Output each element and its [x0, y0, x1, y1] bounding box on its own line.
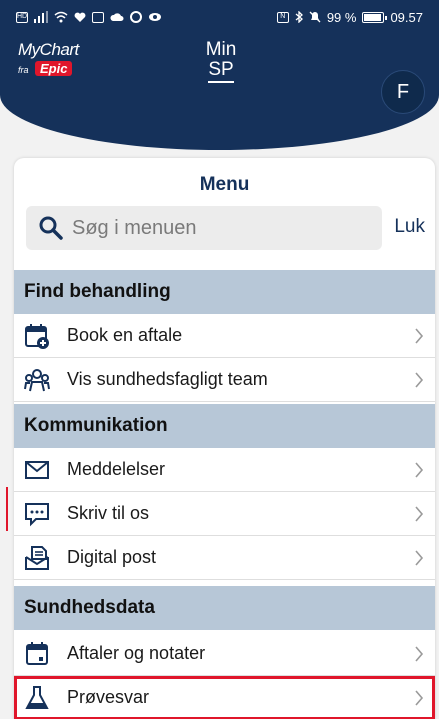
team-icon [24, 367, 50, 393]
menu-search-input[interactable] [72, 216, 362, 240]
menu-item-label: Skriv til os [67, 503, 150, 523]
chevron-right-icon [415, 646, 424, 662]
cloud-icon [110, 13, 124, 21]
context-line2: SP [208, 60, 234, 83]
search-icon [39, 216, 63, 240]
logo-name: MyChart [18, 40, 79, 59]
avatar[interactable]: F [381, 70, 425, 114]
menu-item-label: Digital post [67, 547, 157, 567]
mute-icon [309, 11, 321, 23]
status-right-icons: N 99 % 09.57 [276, 9, 423, 25]
chevron-right-icon [415, 462, 424, 478]
menu-panel: Menu Luk Find behandling Book en aftale … [14, 158, 435, 719]
menu-item-label: Meddelelser [67, 459, 166, 479]
menu-item-aftaler-og-notater[interactable]: Aftaler og notater [14, 632, 435, 676]
battery-icon [362, 11, 388, 23]
heart-icon [74, 12, 86, 22]
status-bar: HD N 99 % 09.57 [0, 0, 439, 34]
image-icon [92, 11, 104, 23]
nfc-icon: N [276, 11, 289, 23]
section-sundhedsdata: Sundhedsdata [14, 586, 435, 630]
menu-item-label: Prøvesvar [67, 687, 150, 707]
eye-icon [149, 13, 161, 21]
calendar-add-icon [24, 323, 50, 349]
context-line1: Min [205, 39, 237, 60]
menu-item-meddelelser[interactable]: Meddelelser [14, 448, 435, 492]
chevron-right-icon [415, 372, 424, 388]
signal-icon [34, 11, 48, 23]
menu-item-label: Vis sundhedsfagligt team [67, 369, 268, 389]
close-menu-link[interactable]: Luk [394, 216, 425, 238]
logo-epic: Epic [34, 61, 73, 76]
digital-post-icon [24, 545, 50, 571]
menu-title: Menu [199, 174, 250, 195]
app-header: HD N 99 % 09.57 MyChart fra Epic Min SP … [0, 0, 439, 150]
menu-item-label: Book en aftale [67, 325, 183, 345]
context-switcher[interactable]: Min SP [195, 40, 247, 83]
chat-icon [24, 501, 50, 527]
logo-fra: fra [18, 65, 29, 75]
hd-icon: HD [16, 11, 28, 23]
menu-item-book-en-aftale[interactable]: Book en aftale [14, 314, 435, 358]
chevron-right-icon [415, 550, 424, 566]
menu-item-digital-post[interactable]: Digital post [14, 536, 435, 580]
clock: 09.57 [390, 9, 423, 25]
chevron-right-icon [415, 328, 424, 344]
flask-icon [24, 685, 50, 711]
battery-percent: 99 % [326, 9, 357, 25]
menu-item-provesvar[interactable]: Prøvesvar [14, 676, 435, 719]
chevron-right-icon [415, 690, 424, 706]
envelope-icon [24, 457, 50, 483]
app-notification-icon [130, 11, 142, 23]
side-marker [6, 487, 8, 531]
section-kommunikation: Kommunikation [14, 404, 435, 448]
menu-item-label: Aftaler og notater [67, 643, 206, 663]
calendar-icon [24, 641, 50, 667]
menu-item-skriv-til-os[interactable]: Skriv til os [14, 492, 435, 536]
status-left-icons: HD [16, 11, 162, 23]
mychart-logo[interactable]: MyChart fra Epic [18, 40, 79, 78]
chevron-right-icon [415, 506, 424, 522]
wifi-icon [54, 11, 68, 23]
bluetooth-icon [295, 11, 303, 23]
menu-search-box[interactable] [26, 206, 382, 250]
section-find-behandling: Find behandling [14, 270, 435, 314]
menu-item-vis-sundhedsfagligt-team[interactable]: Vis sundhedsfagligt team [14, 358, 435, 402]
